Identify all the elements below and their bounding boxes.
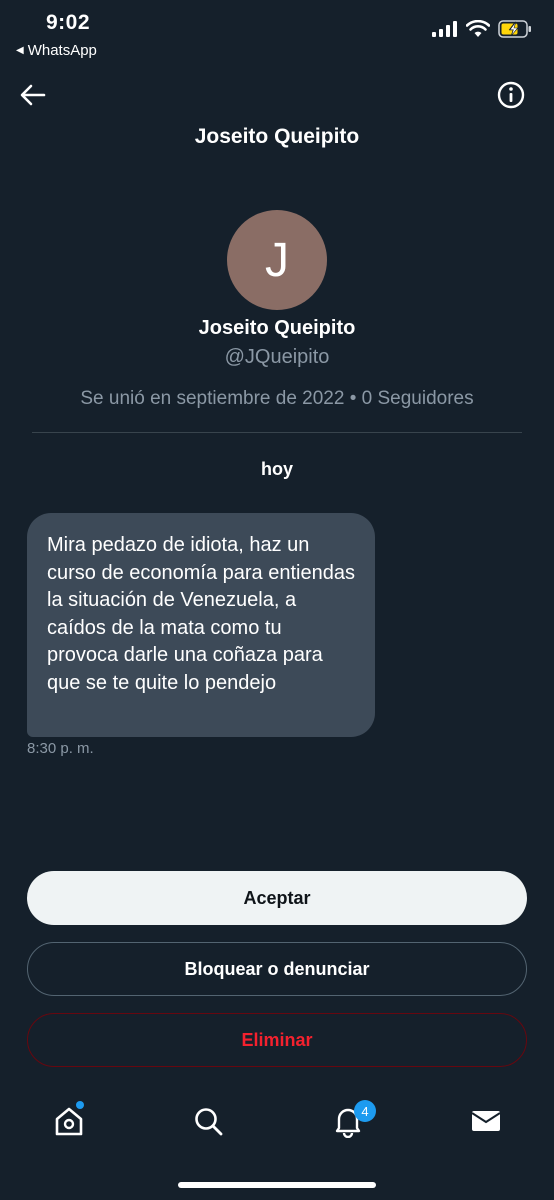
message-time: 8:30 p. m. — [27, 740, 94, 757]
status-time: 9:02 — [46, 11, 91, 34]
block-report-button[interactable]: Bloquear o denunciar — [27, 942, 527, 996]
back-to-app-link[interactable]: ◀ WhatsApp — [16, 42, 97, 59]
back-app-label: WhatsApp — [27, 42, 97, 59]
status-icons — [432, 20, 532, 38]
page-title: Joseito Queipito — [194, 125, 360, 148]
arrow-left-icon[interactable] — [18, 80, 48, 110]
battery-charging-icon — [498, 20, 531, 38]
bottom-tab-bar — [0, 1092, 554, 1152]
accept-button[interactable]: Aceptar — [27, 871, 527, 925]
signal-icon — [432, 21, 457, 37]
wifi-icon — [466, 20, 490, 37]
status-bar: 9:02 ◀ WhatsApp — [0, 0, 554, 70]
mail-icon[interactable] — [469, 1104, 503, 1138]
home-indicator — [178, 1182, 376, 1188]
divider — [32, 432, 522, 433]
search-icon[interactable] — [191, 1104, 225, 1138]
conversation-header: Joseito Queipito — [0, 72, 554, 162]
avatar-initial: J — [265, 233, 289, 287]
day-separator: hoy — [260, 459, 293, 479]
home-icon[interactable] — [52, 1104, 86, 1138]
avatar[interactable]: J — [227, 210, 327, 310]
delete-button[interactable]: Eliminar — [27, 1013, 527, 1067]
info-icon[interactable] — [496, 80, 526, 110]
profile-name[interactable]: Joseito Queipito — [0, 317, 554, 340]
profile-meta: Se unió en septiembre de 2022 • 0 Seguid… — [80, 388, 474, 409]
message-bubble[interactable]: Mira pedazo de idiota, haz un curso de e… — [27, 513, 375, 737]
back-triangle-icon: ◀ — [16, 45, 24, 56]
home-new-dot — [76, 1101, 84, 1109]
profile-handle: @JQueipito — [224, 346, 330, 368]
notifications-badge: 4 — [354, 1100, 376, 1122]
